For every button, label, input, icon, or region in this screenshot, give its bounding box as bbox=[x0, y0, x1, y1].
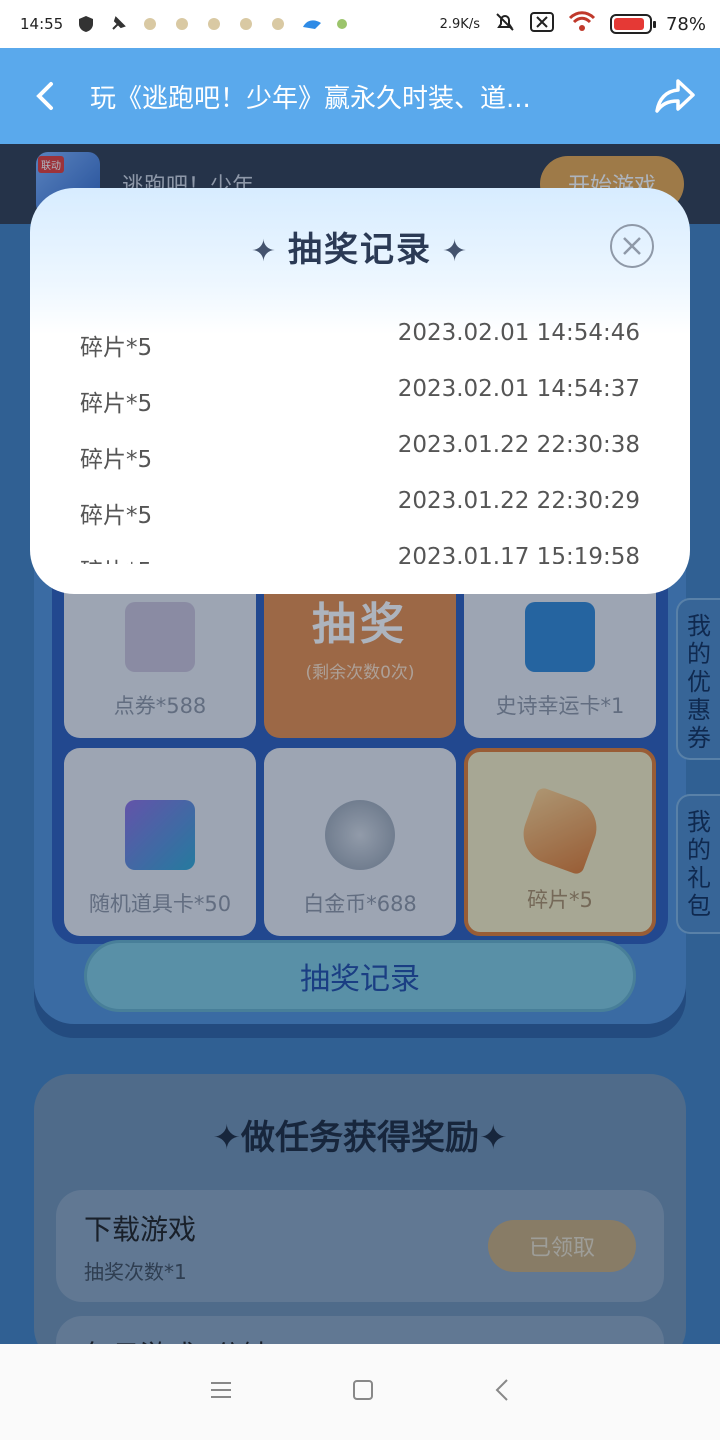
record-row: 碎片*5 2023.02.01 14:54:37 bbox=[80, 376, 640, 432]
crystal-shard-icon bbox=[515, 786, 605, 876]
lottery-grid: 点券*588 抽奖 (剩余次数0次) 史诗幸运卡*1 随机道具卡*50 白金币*… bbox=[52, 550, 668, 944]
prize-label: 点券*588 bbox=[113, 694, 207, 718]
prize-cell-selected: 碎片*5 bbox=[464, 748, 656, 936]
logo-tag: 联动 bbox=[38, 156, 64, 173]
prize-label: 碎片*5 bbox=[527, 888, 593, 912]
lottery-record-modal: ✦ 抽奖记录 ✦ 碎片*5 2023.02.01 14:54:46 碎片*5 202… bbox=[30, 188, 690, 594]
record-row: 碎片*5 2023.02.01 14:54:46 bbox=[80, 320, 640, 376]
record-row: 碎片*5 2023.01.17 15:19:58 bbox=[80, 544, 640, 564]
status-time: 14:55 bbox=[20, 15, 64, 33]
app-notification-icon bbox=[173, 15, 191, 33]
record-row: 碎片*5 2023.01.22 22:30:29 bbox=[80, 488, 640, 544]
pin-icon bbox=[109, 15, 127, 33]
prize-cell: 随机道具卡*50 bbox=[64, 748, 256, 936]
modal-title: ✦ 抽奖记录 ✦ bbox=[250, 230, 470, 270]
prize-label: 史诗幸运卡*1 bbox=[495, 694, 625, 718]
triangle-back-icon bbox=[495, 1379, 508, 1401]
record-prize: 碎片*5 bbox=[80, 447, 153, 473]
app-notification-icon bbox=[141, 15, 159, 33]
back-nav-button[interactable] bbox=[494, 1378, 510, 1406]
record-time: 2023.01.22 22:30:29 bbox=[397, 488, 640, 514]
prize-cell: 白金币*688 bbox=[264, 748, 456, 936]
sparkle-icon: ✦ bbox=[250, 234, 278, 269]
lottery-record-button[interactable]: 抽奖记录 bbox=[84, 940, 636, 1012]
record-prize: 碎片*5 bbox=[80, 552, 152, 564]
record-prize: 碎片*5 bbox=[80, 391, 153, 417]
task-item: 下载游戏 抽奖次数*1 已领取 bbox=[56, 1190, 664, 1302]
task-name: 下载游戏 bbox=[84, 1213, 197, 1246]
close-icon bbox=[623, 237, 641, 255]
bird-app-icon bbox=[301, 15, 322, 33]
share-button[interactable] bbox=[630, 78, 720, 114]
net-speed: 2.9K/s bbox=[439, 16, 480, 32]
draw-remaining: (剩余次数0次) bbox=[305, 662, 415, 683]
record-time: 2023.01.17 15:19:58 bbox=[397, 544, 640, 564]
app-notification-icon bbox=[205, 15, 223, 33]
task-panel: ✦做任务获得奖励✦ 下载游戏 抽奖次数*1 已领取 每日游戏5分钟 bbox=[34, 1074, 686, 1376]
back-button[interactable] bbox=[0, 81, 90, 111]
system-nav-bar bbox=[0, 1344, 720, 1440]
mute-bell-icon bbox=[494, 11, 516, 38]
record-prize: 碎片*5 bbox=[80, 503, 153, 529]
menu-button[interactable] bbox=[210, 1381, 232, 1403]
close-button[interactable] bbox=[610, 224, 654, 268]
battery-icon bbox=[609, 14, 656, 34]
sparkle-icon: ✦ bbox=[442, 234, 470, 269]
ticket-icon bbox=[125, 602, 195, 672]
prize-label: 随机道具卡*50 bbox=[88, 892, 232, 916]
card-icon bbox=[525, 602, 595, 672]
app-notification-icon bbox=[269, 15, 287, 33]
record-time: 2023.02.01 14:54:37 bbox=[397, 376, 640, 402]
sparkle-icon: ✦ bbox=[212, 1118, 242, 1158]
record-row: 碎片*5 2023.01.22 22:30:38 bbox=[80, 432, 640, 488]
my-gifts-tab[interactable]: 我的礼包 bbox=[676, 794, 720, 934]
record-list[interactable]: 碎片*5 2023.02.01 14:54:46 碎片*5 2023.02.01… bbox=[80, 320, 640, 564]
page-title: 玩《逃跑吧！少年》赢永久时装、道... bbox=[90, 83, 531, 114]
sim-off-icon bbox=[529, 11, 554, 37]
share-icon bbox=[655, 79, 695, 113]
claimed-button[interactable]: 已领取 bbox=[488, 1220, 636, 1272]
record-time: 2023.02.01 14:54:46 bbox=[397, 320, 640, 346]
sparkle-icon: ✦ bbox=[479, 1118, 508, 1158]
battery-percent: 78% bbox=[665, 13, 706, 35]
home-button[interactable] bbox=[352, 1379, 374, 1405]
wifi-icon bbox=[568, 10, 596, 38]
task-reward: 抽奖次数*1 bbox=[84, 1260, 187, 1284]
chevron-left-icon bbox=[36, 82, 53, 110]
app-bar: 玩《逃跑吧！少年》赢永久时装、道... bbox=[0, 48, 720, 144]
record-time: 2023.01.22 22:30:38 bbox=[397, 432, 640, 458]
mystery-card-icon bbox=[125, 800, 195, 870]
status-bar: 14:55 2.9K/s 78% bbox=[0, 0, 720, 48]
shield-icon bbox=[77, 15, 95, 33]
app-notification-icon bbox=[333, 15, 351, 33]
square-home-icon bbox=[353, 1380, 373, 1400]
my-coupons-tab[interactable]: 我的优惠券 bbox=[676, 598, 720, 760]
menu-icon bbox=[211, 1382, 231, 1398]
prize-label: 白金币*688 bbox=[303, 892, 417, 916]
task-title: ✦做任务获得奖励✦ bbox=[212, 1118, 508, 1158]
draw-label: 抽奖 bbox=[312, 598, 408, 650]
coin-stack-icon bbox=[325, 800, 395, 870]
app-notification-icon bbox=[237, 15, 255, 33]
record-prize: 碎片*5 bbox=[80, 335, 153, 361]
